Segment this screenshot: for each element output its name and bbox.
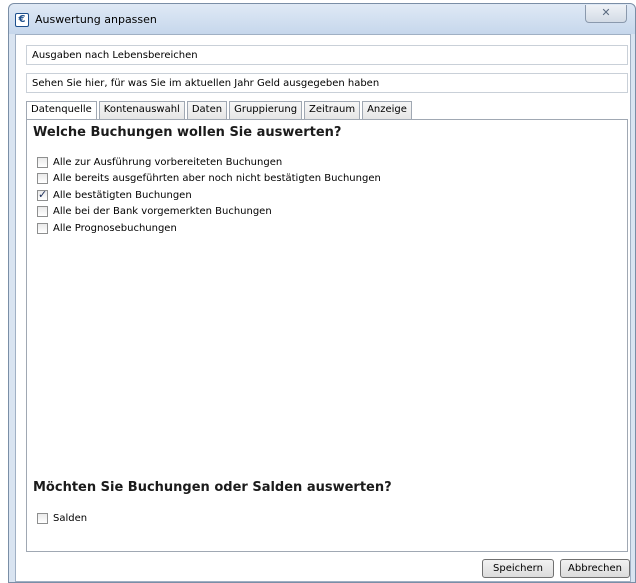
option-label: Alle bestätigten Buchungen	[53, 189, 192, 201]
description-input[interactable]	[26, 73, 628, 93]
dialog-window: € Auswertung anpassen ✕ Datenquelle Kont…	[8, 3, 636, 583]
save-button[interactable]: Speichern	[482, 559, 554, 578]
option-label: Alle bereits ausgeführten aber noch nich…	[53, 173, 381, 184]
close-icon: ✕	[601, 6, 611, 19]
tab-anzeige[interactable]: Anzeige	[362, 101, 412, 119]
tab-panel-datenquelle: Welche Buchungen wollen Sie auswerten? A…	[26, 119, 628, 552]
checkbox[interactable]	[37, 206, 48, 217]
checkbox-checked[interactable]	[37, 188, 48, 201]
tab-kontenauswahl[interactable]: Kontenauswahl	[98, 101, 185, 119]
euro-icon: €	[15, 13, 29, 27]
checkbox[interactable]	[37, 156, 48, 168]
checkbox[interactable]	[37, 173, 48, 184]
checkbox[interactable]	[37, 222, 48, 234]
section-heading-buchungen: Welche Buchungen wollen Sie auswerten?	[33, 125, 342, 140]
close-button[interactable]: ✕	[585, 5, 627, 23]
tab-daten[interactable]: Daten	[186, 101, 228, 119]
cancel-button[interactable]: Abbrechen	[560, 559, 630, 578]
tab-zeitraum[interactable]: Zeitraum	[304, 101, 361, 119]
option-vorbereitet[interactable]: Alle zur Ausführung vorbereiteten Buchun…	[37, 154, 381, 170]
checkbox[interactable]	[37, 512, 48, 524]
salden-options: Salden	[37, 510, 87, 527]
option-salden[interactable]: Salden	[37, 510, 87, 526]
tab-bar: Datenquelle Kontenauswahl Daten Gruppier…	[26, 101, 414, 120]
option-vorgemerkt[interactable]: Alle bei der Bank vorgemerkten Buchungen	[37, 204, 381, 220]
option-prognose[interactable]: Alle Prognosebuchungen	[37, 220, 381, 236]
option-label: Alle bei der Bank vorgemerkten Buchungen	[53, 206, 272, 217]
option-ausgefuehrt[interactable]: Alle bereits ausgeführten aber noch nich…	[37, 171, 381, 187]
tab-gruppierung[interactable]: Gruppierung	[229, 101, 303, 119]
dialog-content: Datenquelle Kontenauswahl Daten Gruppier…	[15, 34, 631, 582]
window-title: Auswertung anpassen	[35, 13, 157, 26]
option-bestaetigt[interactable]: Alle bestätigten Buchungen	[37, 187, 381, 203]
option-label: Salden	[53, 512, 88, 524]
section-heading-salden: Möchten Sie Buchungen oder Salden auswer…	[33, 480, 392, 495]
option-label: Alle Prognosebuchungen	[53, 222, 177, 234]
title-bar[interactable]: € Auswertung anpassen ✕	[9, 4, 635, 34]
name-input[interactable]	[26, 45, 628, 65]
option-label: Alle zur Ausführung vorbereiteten Buchun…	[53, 156, 283, 168]
buchungen-options: Alle zur Ausführung vorbereiteten Buchun…	[37, 154, 381, 237]
tab-datenquelle[interactable]: Datenquelle	[26, 101, 97, 120]
